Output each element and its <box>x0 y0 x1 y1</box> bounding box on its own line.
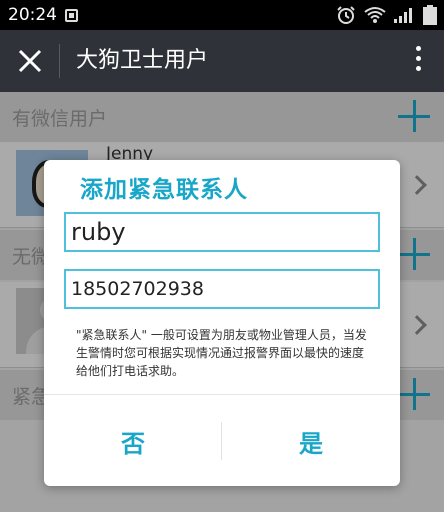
phone-number-input[interactable] <box>64 269 380 309</box>
dialog-hint-text: "紧急联系人" 一般可设置为朋友或物业管理人员，当发生警情时您可根据实现情况通过… <box>76 328 367 378</box>
signal-icon <box>394 8 412 23</box>
app-header: 大狗卫士用户 <box>0 30 444 92</box>
close-icon[interactable] <box>16 47 44 75</box>
status-icons <box>336 5 438 25</box>
dialog-divider <box>44 394 400 395</box>
more-options-icon[interactable] <box>414 46 422 76</box>
no-button[interactable]: 否 <box>44 396 222 486</box>
notification-icon <box>65 8 78 22</box>
battery-icon <box>423 5 437 25</box>
dialog-title: 添加紧急联系人 <box>80 177 248 203</box>
page-title: 大狗卫士用户 <box>76 48 209 73</box>
yes-button[interactable]: 是 <box>222 396 400 486</box>
contact-name-input[interactable] <box>64 212 380 252</box>
alarm-icon <box>337 6 355 24</box>
wifi-icon <box>364 7 386 23</box>
status-bar: 20:24 <box>0 0 444 30</box>
header-divider <box>59 44 60 78</box>
add-emergency-contact-dialog: 添加紧急联系人 "紧急联系人" 一般可设置为朋友或物业管理人员，当发生警情时您可… <box>44 160 400 486</box>
status-time: 20:24 <box>8 5 57 25</box>
